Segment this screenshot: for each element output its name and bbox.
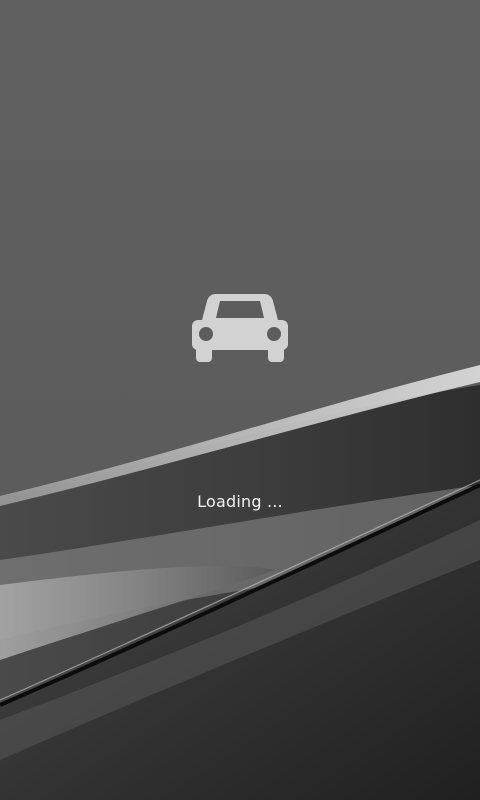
loading-text: Loading ... xyxy=(197,492,283,511)
background-image xyxy=(0,0,480,800)
car-icon xyxy=(192,294,288,362)
splash-screen: Loading ... xyxy=(0,0,480,800)
